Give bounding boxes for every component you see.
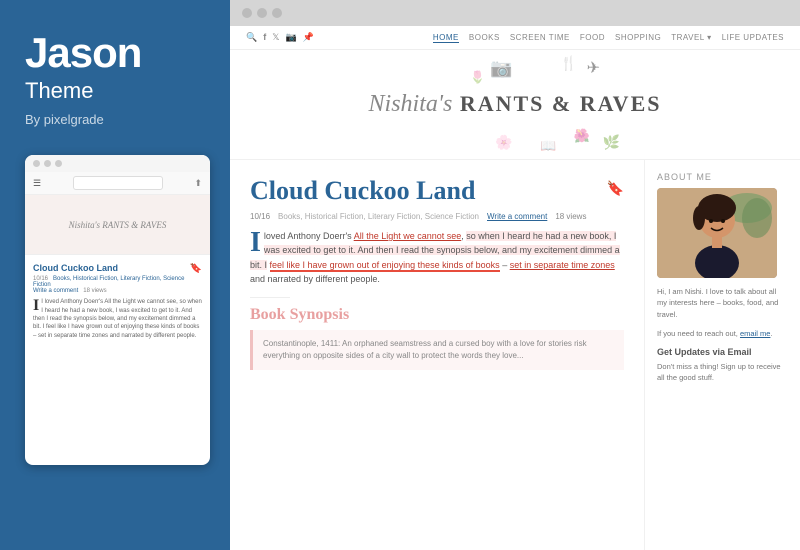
left-panel: Jason Theme By pixelgrade ☰ ⬆ Nishita's … (0, 0, 230, 550)
search-nav-icon[interactable]: 🔍 (246, 32, 257, 43)
nav-food[interactable]: FOOD (580, 33, 605, 43)
blog-sidebar: About me (645, 160, 800, 550)
article-divider (250, 297, 290, 298)
blog-nav: 🔍 f 𝕏 📷 📌 HOME BOOKS SCREEN TIME FOOD SH… (230, 26, 800, 50)
right-panel: 🔍 f 𝕏 📷 📌 HOME BOOKS SCREEN TIME FOOD SH… (230, 0, 800, 550)
nav-books[interactable]: BOOKS (469, 33, 500, 43)
browser-dot-2 (257, 8, 267, 18)
mobile-toolbar: ☰ ⬆ (25, 172, 210, 195)
nav-home[interactable]: HOME (433, 33, 459, 43)
nav-shopping[interactable]: SHOPPING (615, 33, 661, 43)
browser-chrome (230, 0, 800, 26)
mobile-search-bar (73, 176, 163, 190)
theme-label: Theme (25, 78, 205, 104)
mobile-dot-2 (44, 160, 51, 167)
mobile-blog-header: Nishita's RANTS & RAVES (25, 195, 210, 255)
sidebar-subscribe-text: Don't miss a thing! Sign up to receive a… (657, 361, 788, 384)
nav-life-updates[interactable]: LIFE UPDATES (722, 33, 784, 43)
deco-utensils: 🍴 (560, 55, 577, 72)
facebook-icon[interactable]: f (263, 32, 266, 43)
nav-screen-time[interactable]: SCREEN TIME (510, 33, 570, 43)
avatar-image (657, 188, 777, 278)
article-body: I loved Anthony Doerr's All the Light we… (250, 229, 624, 287)
deco-flower: 🌸 (495, 134, 512, 151)
article-title: Cloud Cuckoo Land (250, 176, 624, 206)
theme-by: By pixelgrade (25, 112, 205, 127)
deco-camera: 📷 (490, 58, 512, 79)
pinterest-icon[interactable]: 📌 (303, 32, 314, 43)
sidebar-avatar (657, 188, 777, 278)
article-comment-link[interactable]: Write a comment (487, 212, 547, 221)
nav-travel[interactable]: TRAVEL ▾ (671, 33, 711, 43)
article-categories: Books, Historical Fiction, Literary Fict… (278, 212, 479, 221)
browser-dot-3 (272, 8, 282, 18)
mobile-dot-3 (55, 160, 62, 167)
mobile-article: 🔖 Cloud Cuckoo Land 10/16 Books, Histori… (25, 255, 210, 348)
browser-dot-1 (242, 8, 252, 18)
mobile-toolbar-icons: ☰ (33, 178, 41, 189)
mobile-article-title: Cloud Cuckoo Land (33, 263, 202, 273)
twitter-icon[interactable]: 𝕏 (272, 32, 279, 43)
instagram-icon[interactable]: 📷 (285, 32, 296, 43)
sidebar-contact-text: If you need to reach out, email me. (657, 328, 788, 339)
mobile-preview: ☰ ⬆ Nishita's RANTS & RAVES 🔖 Cloud Cuck… (25, 155, 210, 465)
blog-nav-social: 🔍 f 𝕏 📷 📌 (246, 32, 314, 43)
sidebar-email-link[interactable]: email me (740, 329, 770, 338)
article-date: 10/16 (250, 212, 270, 221)
blog-article: 🔖 Cloud Cuckoo Land 10/16 Books, Histori… (230, 160, 645, 550)
deco-book: 📖 (540, 138, 556, 154)
article-body-text: loved Anthony Doerr's All the Light we c… (250, 231, 620, 284)
article-section-title: Book Synopsis (250, 306, 624, 324)
deco-plane: ✈ (587, 58, 600, 78)
blog-header: 📷 🍴 ✈ 🌸 📖 🌿 🌷 🌺 Nishita's RANTS & RAVES (230, 50, 800, 160)
article-blockquote: Constantinople, 1411: An orphaned seamst… (250, 330, 624, 370)
blog-nav-menu: HOME BOOKS SCREEN TIME FOOD SHOPPING TRA… (433, 33, 784, 43)
blog-title-main: RANTS & RAVES (452, 91, 661, 116)
blog-title-container: Nishita's RANTS & RAVES (369, 91, 662, 118)
mobile-article-body: I I loved Anthony Doerr's All the Light … (33, 298, 202, 340)
mobile-top-bar (25, 155, 210, 172)
mobile-blog-title: Nishita's RANTS & RAVES (69, 220, 167, 230)
article-bookmark-icon: 🔖 (607, 180, 624, 197)
mobile-share-icon: ⬆ (194, 178, 202, 189)
blog-title-italic: Nishita's (369, 91, 453, 117)
blog-main: 🔖 Cloud Cuckoo Land 10/16 Books, Histori… (230, 160, 800, 550)
blog-title: Nishita's RANTS & RAVES (369, 91, 662, 118)
article-drop-cap: I (250, 229, 261, 257)
theme-name: Jason (25, 30, 205, 76)
mobile-menu-icon: ☰ (33, 178, 41, 189)
deco-tulip: 🌷 (470, 70, 485, 84)
deco-leaf: 🌿 (603, 134, 620, 151)
mobile-bookmark-icon: 🔖 (190, 263, 202, 274)
deco-flower2: 🌺 (574, 128, 590, 144)
sidebar-about-title: About me (657, 172, 788, 182)
browser-content: 🔍 f 𝕏 📷 📌 HOME BOOKS SCREEN TIME FOOD SH… (230, 26, 800, 550)
article-views: 18 views (555, 212, 586, 221)
mobile-dot-1 (33, 160, 40, 167)
mobile-article-meta: 10/16 Books, Historical Fiction, Literar… (33, 276, 202, 294)
sidebar-about-text: Hi, I am Nishi. I love to talk about all… (657, 286, 788, 320)
sidebar-updates-title: Get Updates via Email (657, 347, 788, 357)
article-meta: 10/16 Books, Historical Fiction, Literar… (250, 212, 624, 221)
